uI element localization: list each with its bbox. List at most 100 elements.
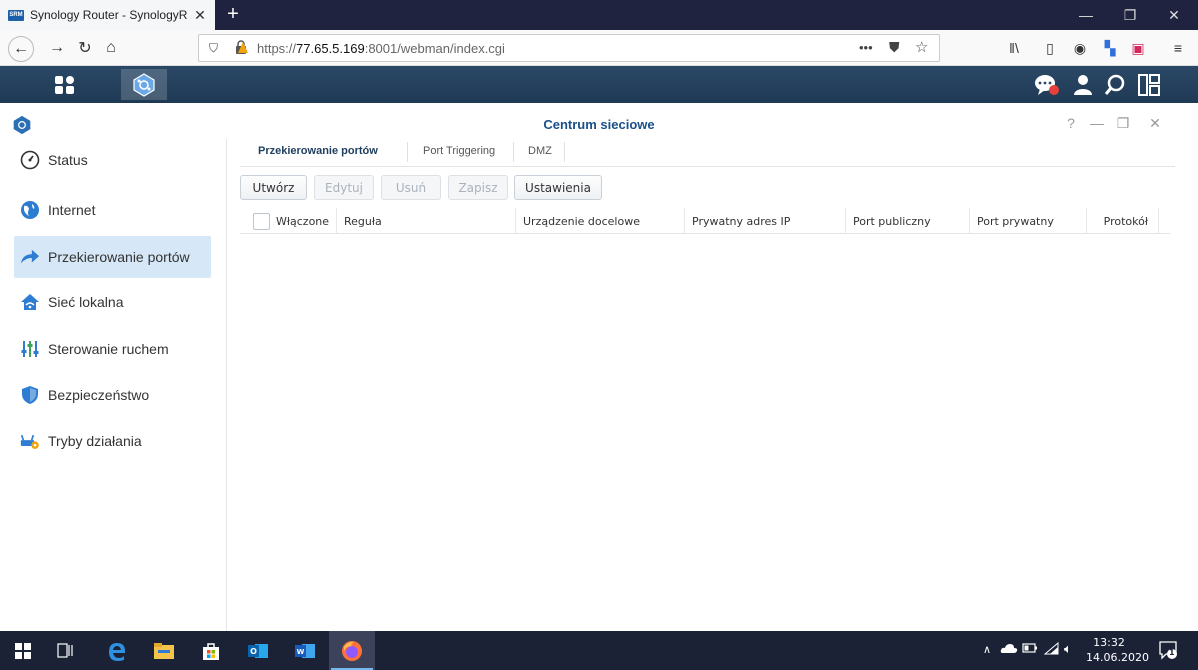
battery-icon[interactable] [1022, 642, 1038, 657]
reload-button[interactable]: ↻ [74, 38, 96, 58]
column-private-port[interactable]: Port prywatny [970, 208, 1087, 234]
main-menu-button[interactable] [42, 69, 88, 100]
menu-icon[interactable]: ≡ [1168, 38, 1188, 58]
word-app[interactable]: W [282, 631, 328, 670]
sidebar-item-label: Przekierowanie portów [48, 249, 190, 265]
sidebar: Status Internet Przekierowanie portów Si… [0, 139, 227, 631]
clock-date: 14.06.2020 [1086, 651, 1149, 664]
bookmark-star-icon[interactable]: ☆ [915, 38, 928, 56]
user-icon [1074, 75, 1092, 95]
back-button[interactable]: ← [8, 36, 34, 62]
translate-extension-icon[interactable]: ▚ [1100, 38, 1120, 58]
notification-icon [1159, 641, 1177, 660]
shield-icon [20, 385, 40, 405]
sidebar-item-label: Sterowanie ruchem [48, 341, 169, 357]
select-all-checkbox[interactable] [253, 212, 270, 230]
maximize-app-button[interactable]: ❐ [1114, 115, 1132, 132]
sidebar-toggle-icon[interactable]: ▯ [1040, 38, 1060, 58]
back-arrow-icon: ← [13, 40, 29, 57]
volume-muted-icon[interactable]: 🔈︎ [1064, 641, 1072, 657]
svg-text:W: W [297, 648, 305, 656]
delete-button[interactable]: Usuń [381, 175, 441, 200]
page-actions-button[interactable]: ••• [859, 40, 873, 55]
onedrive-icon[interactable] [1000, 642, 1018, 657]
help-button[interactable]: ? [1062, 115, 1080, 131]
column-rule[interactable]: Reguła [337, 208, 516, 234]
rules-table-body [240, 235, 1170, 631]
user-button[interactable] [1069, 71, 1097, 99]
system-clock[interactable]: 13:32 14.06.2020 [1086, 635, 1149, 665]
tab-dmz[interactable]: DMZ [528, 145, 552, 157]
outlook-app[interactable]: O [235, 631, 281, 670]
create-button[interactable]: Utwórz [240, 175, 307, 200]
sidebar-item-security[interactable]: Bezpieczeństwo [14, 374, 211, 416]
search-button[interactable] [1101, 71, 1129, 99]
wifi-icon[interactable] [1043, 641, 1060, 659]
video-extension-icon[interactable]: ▣ [1128, 38, 1148, 58]
edge-app[interactable] [94, 631, 140, 670]
action-center-button[interactable]: 1 [1158, 640, 1178, 660]
browser-tab[interactable]: SRM Synology Router - SynologyRouter ✕ [0, 0, 215, 30]
widgets-icon [1138, 74, 1160, 96]
account-extension-icon[interactable]: ◉ [1070, 38, 1090, 58]
column-protocol[interactable]: Protokół [1087, 208, 1159, 234]
library-icon[interactable]: ‖\ [1004, 38, 1024, 58]
reload-icon: ↻ [78, 40, 92, 57]
tab-port-forwarding[interactable]: Przekierowanie portów [258, 145, 378, 157]
search-icon [1104, 74, 1125, 95]
rules-table-header: Włączone Reguła Urządzenie docelowe Pryw… [240, 208, 1170, 234]
store-app[interactable] [188, 631, 234, 670]
column-private-ip[interactable]: Prywatny adres IP [685, 208, 846, 234]
sidebar-item-status[interactable]: Status [14, 139, 211, 181]
sidebar-item-traffic-control[interactable]: Sterowanie ruchem [14, 328, 211, 370]
tab-port-triggering[interactable]: Port Triggering [423, 145, 495, 157]
task-view-icon [57, 642, 73, 658]
url-text: https://77.65.5.169:8001/webman/index.cg… [257, 41, 505, 56]
minimize-window-button[interactable]: — [1064, 0, 1108, 30]
tab-separator [407, 142, 408, 162]
clock-time: 13:32 [1093, 636, 1125, 649]
firefox-app[interactable] [329, 631, 375, 670]
home-button[interactable]: ⌂ [100, 38, 122, 58]
column-target-device[interactable]: Urządzenie docelowe [516, 208, 685, 234]
minimize-app-button[interactable]: — [1088, 115, 1106, 131]
window-header: Centrum sieciowe ? — ❐ ✕ [0, 111, 1198, 139]
new-tab-button[interactable]: + [222, 3, 244, 26]
close-app-button[interactable]: ✕ [1146, 115, 1164, 132]
windows-logo-icon [15, 642, 31, 659]
network-center-taskbar-button[interactable] [121, 69, 167, 100]
edit-button[interactable]: Edytuj [314, 175, 374, 200]
widgets-button[interactable] [1135, 71, 1163, 99]
notifications-button[interactable] [1033, 71, 1061, 99]
srm-taskbar [0, 66, 1198, 103]
insecure-lock-icon[interactable] [233, 39, 249, 58]
file-explorer-app[interactable] [141, 631, 187, 670]
tracking-shield-icon[interactable]: ⛉ [209, 41, 218, 56]
start-button[interactable] [0, 631, 46, 670]
forward-button[interactable]: → [46, 38, 68, 58]
sidebar-item-operation-modes[interactable]: Tryby działania [14, 420, 211, 462]
settings-button[interactable]: Ustawienia [514, 175, 602, 200]
sidebar-item-label: Tryby działania [48, 433, 142, 449]
sidebar-item-port-forwarding[interactable]: Przekierowanie portów [14, 236, 211, 278]
column-enabled[interactable]: Włączone [240, 208, 337, 234]
task-view-button[interactable] [42, 631, 88, 670]
sidebar-item-label: Status [48, 152, 88, 168]
sliders-icon [20, 339, 40, 359]
show-hidden-icons-button[interactable]: ∧ [983, 643, 991, 656]
sidebar-item-local-network[interactable]: Sieć lokalna [14, 281, 211, 323]
edge-icon [109, 642, 125, 661]
arrow-forward-icon [20, 247, 40, 267]
sidebar-item-label: Internet [48, 202, 96, 218]
main-menu-icon [55, 75, 74, 94]
sidebar-item-internet[interactable]: Internet [14, 189, 211, 231]
save-button[interactable]: Zapisz [448, 175, 508, 200]
close-window-button[interactable]: ✕ [1152, 0, 1196, 30]
restore-window-button[interactable]: ❐ [1108, 0, 1152, 30]
column-label: Włączone [276, 214, 330, 228]
pocket-icon[interactable]: ⛊ [889, 39, 900, 56]
chat-bubble-icon [1035, 75, 1059, 95]
close-tab-icon[interactable]: ✕ [193, 7, 207, 24]
url-bar[interactable]: ⛉ https://77.65.5.169:8001/webman/index.… [198, 34, 940, 62]
column-public-port[interactable]: Port publiczny [846, 208, 970, 234]
